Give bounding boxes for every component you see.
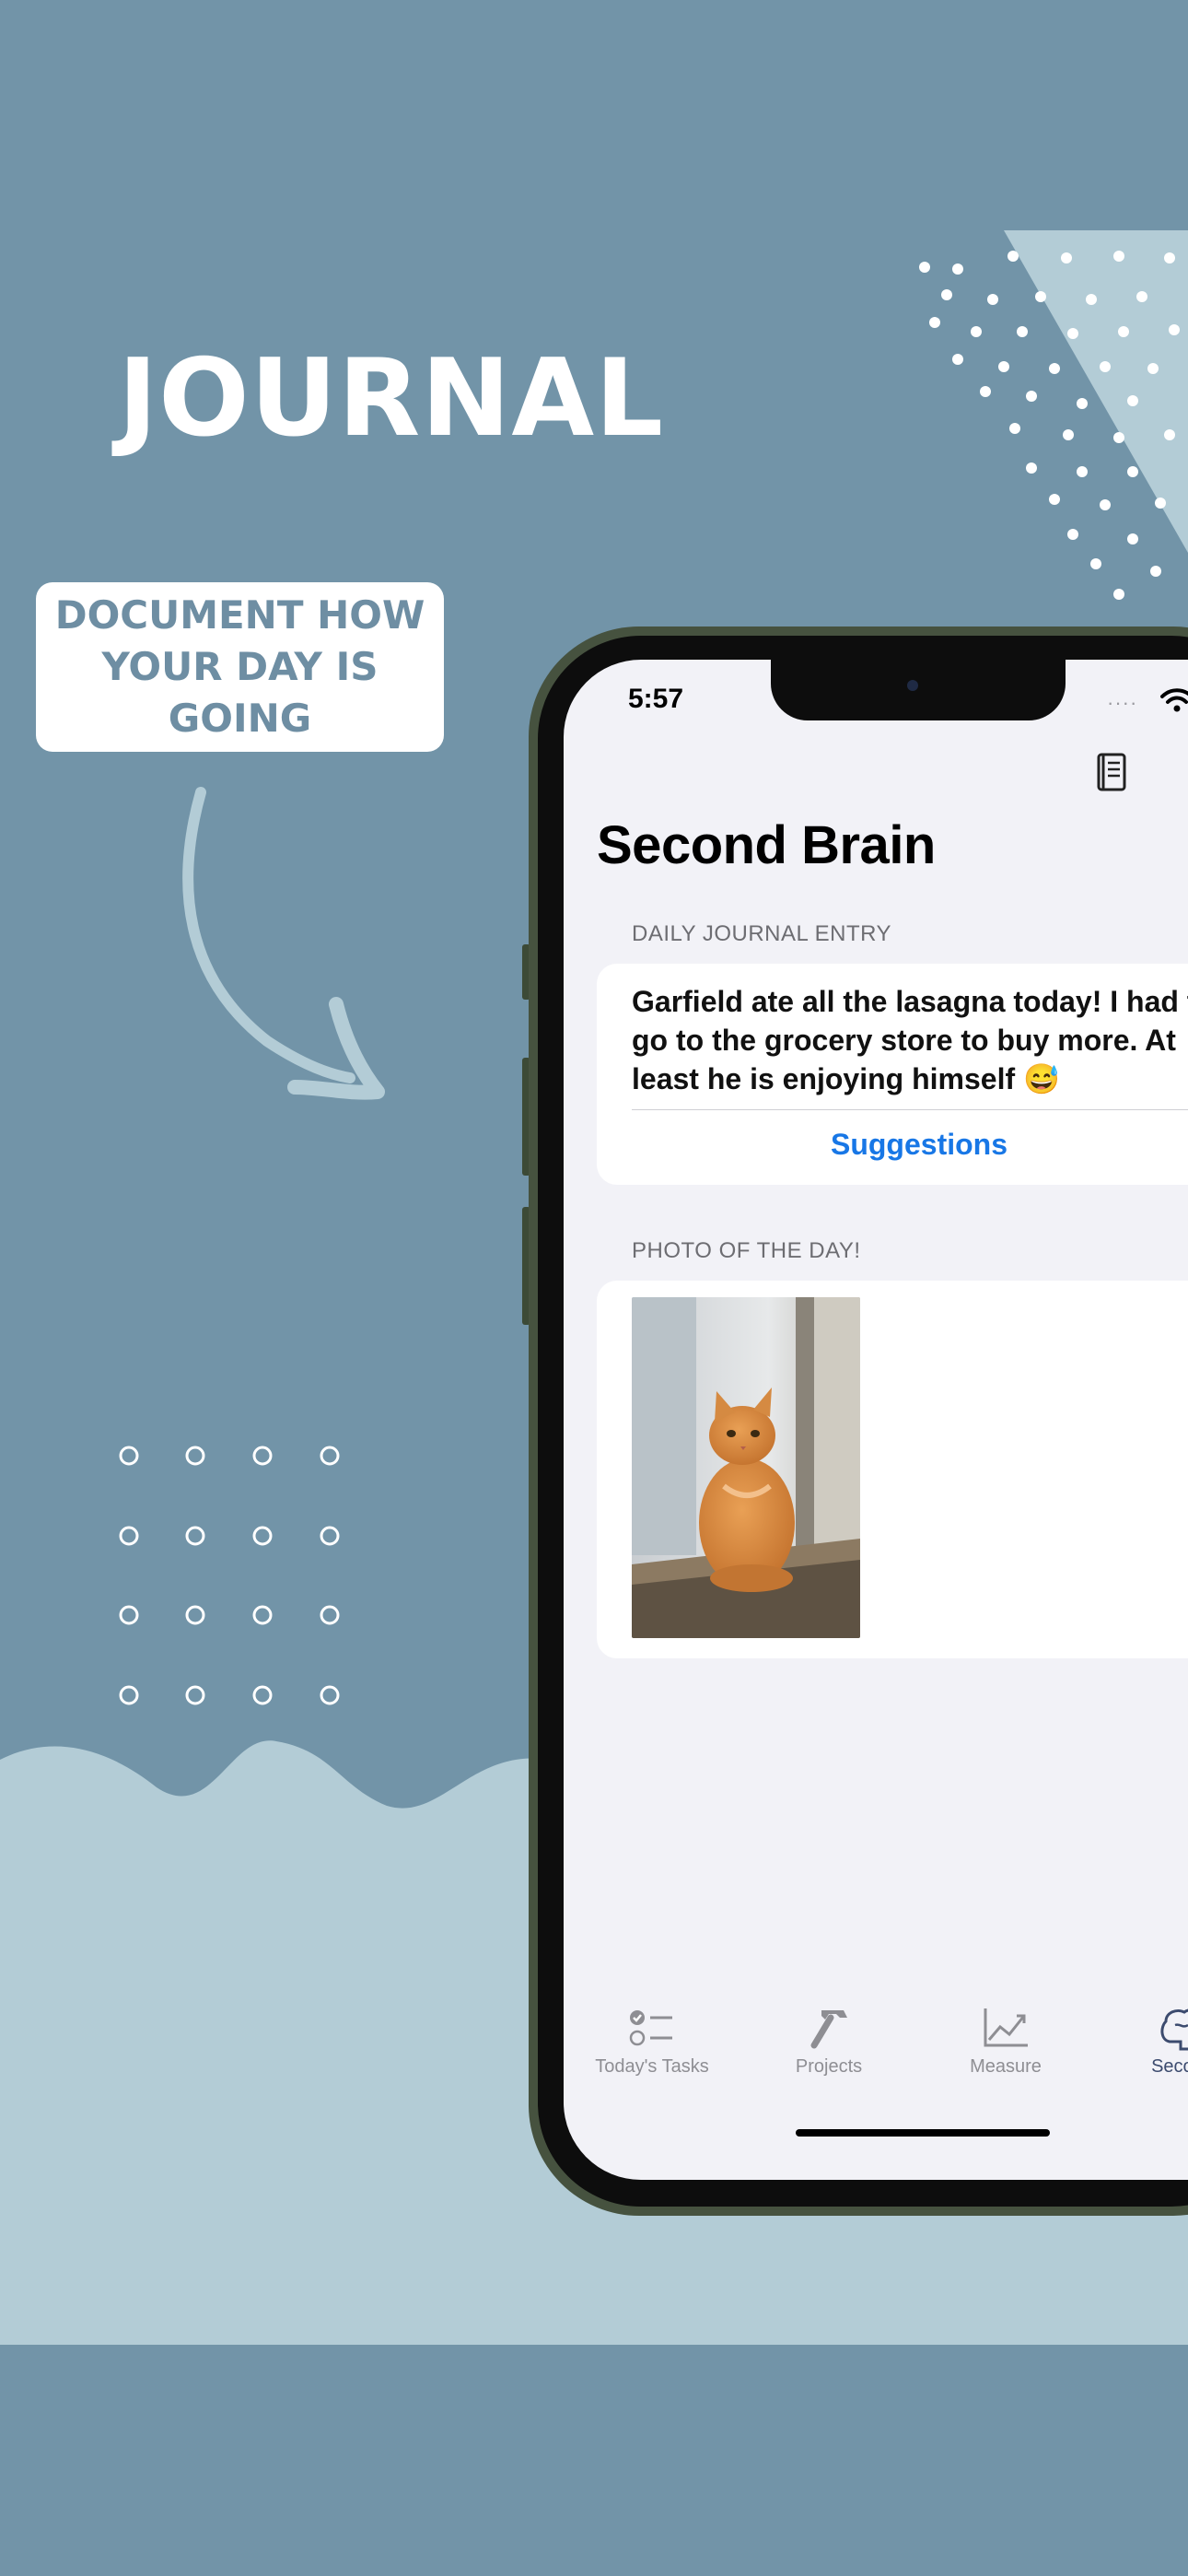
notebook-icon[interactable]: [1089, 748, 1135, 794]
curved-arrow-icon: [182, 787, 385, 1100]
tab-todays-tasks[interactable]: Today's Tasks: [569, 2005, 735, 2078]
page-title: Second Brain: [597, 815, 936, 875]
promo-caption: DOCUMENT HOW YOUR DAY IS GOING: [54, 592, 425, 741]
promo-canvas: JOURNAL DOCUMENT HOW YOUR DAY IS GOING 5…: [0, 0, 1188, 2576]
camera-icon: [907, 680, 918, 691]
tab-label: Projects: [795, 2056, 863, 2077]
status-time: 5:57: [628, 684, 684, 714]
journal-line: least he is enjoying himself 😅: [632, 1062, 1060, 1095]
journal-entry-text[interactable]: Garfield ate all the lasagna today! I ha…: [632, 982, 1188, 1098]
journal-card: Garfield ate all the lasagna today! I ha…: [597, 964, 1188, 1185]
wifi-icon: [1160, 688, 1188, 712]
brain-icon: [1160, 2008, 1188, 2051]
bottom-band: [0, 2345, 1188, 2576]
photo-section-header: PHOTO OF THE DAY!: [632, 1238, 861, 1263]
tab-bar: Today's Tasks Projects Measure Sec: [564, 2005, 1188, 2106]
checklist-icon: [629, 2010, 672, 2046]
journal-line: Garfield ate all the lasagna today! I ha…: [632, 985, 1188, 1018]
promo-caption-box: DOCUMENT HOW YOUR DAY IS GOING: [36, 582, 444, 752]
tab-projects[interactable]: Projects: [746, 2005, 912, 2078]
dot-grid-decoration: [119, 1446, 340, 1705]
phone-notch: [771, 660, 1066, 720]
suggestions-button[interactable]: Suggestions: [597, 1128, 1188, 1162]
tab-second-brain[interactable]: Second: [1100, 2005, 1188, 2078]
tab-label: Second: [1151, 2056, 1188, 2077]
home-indicator[interactable]: [796, 2129, 1050, 2137]
tab-label: Today's Tasks: [595, 2056, 709, 2077]
tab-label: Measure: [970, 2056, 1042, 2077]
triangle-decoration: [919, 230, 1188, 600]
app-screen: 5:57 ···· Second Brain DAILY JOURNAL ENT…: [564, 660, 1188, 2180]
promo-headline: JOURNAL: [118, 336, 665, 461]
cat-photo[interactable]: [632, 1297, 860, 1638]
journal-section-header: DAILY JOURNAL ENTRY: [632, 921, 892, 946]
chart-line-icon: [984, 2008, 1028, 2047]
hammer-icon: [810, 2010, 847, 2049]
tab-measure[interactable]: Measure: [923, 2005, 1089, 2078]
journal-line: go to the grocery store to buy more. At: [632, 1024, 1176, 1057]
photo-card: [597, 1281, 1188, 1658]
divider: [632, 1109, 1188, 1110]
signal-icon: ····: [1107, 691, 1138, 714]
phone-frame: 5:57 ···· Second Brain DAILY JOURNAL ENT…: [529, 626, 1188, 2216]
